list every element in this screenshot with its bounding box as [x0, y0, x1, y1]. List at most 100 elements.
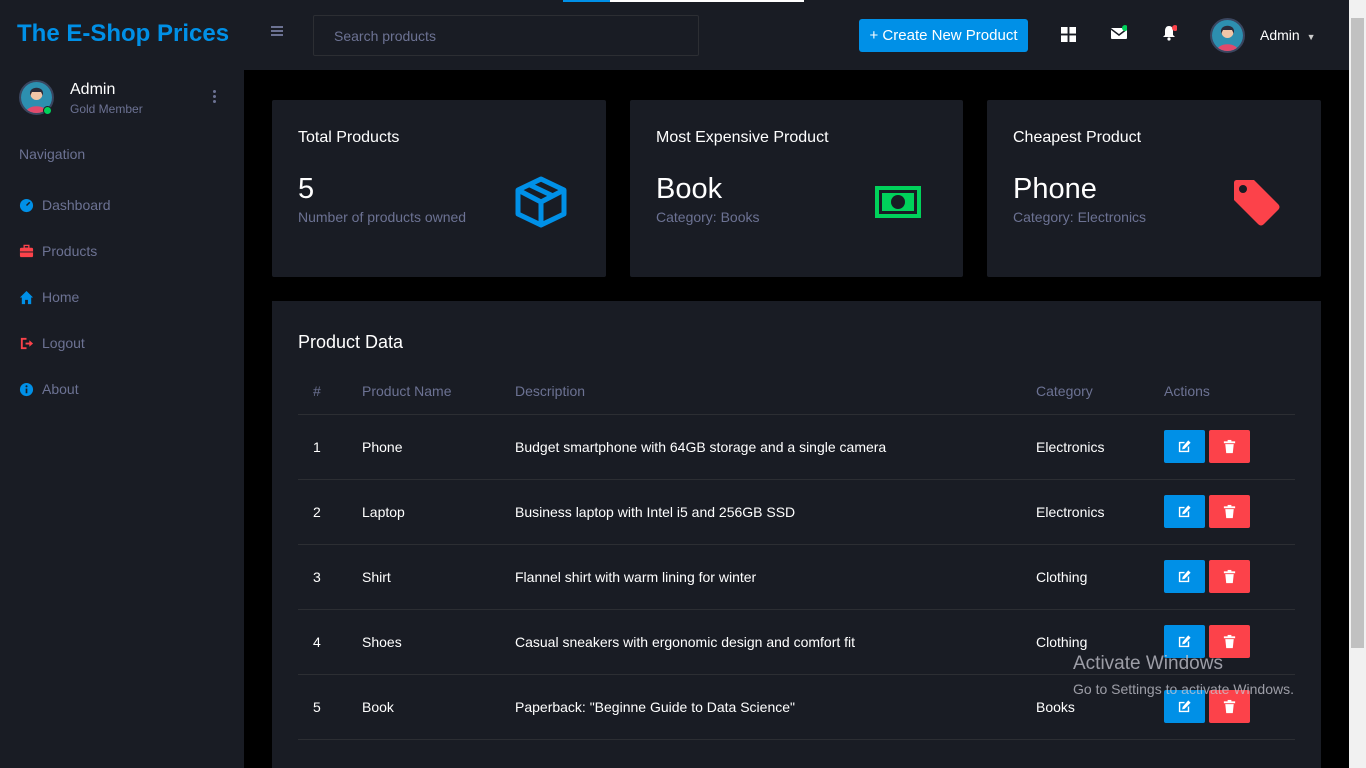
product-name: Shirt — [362, 569, 391, 585]
table-title: Product Data — [298, 332, 404, 352]
scrollbar-thumb[interactable] — [1351, 18, 1364, 648]
edit-button[interactable] — [1164, 495, 1205, 528]
sidebar-item-products[interactable]: Products — [19, 241, 97, 261]
top-navbar: The E-Shop Prices + Create New Product A… — [0, 0, 1366, 70]
product-name: Phone — [362, 439, 403, 455]
product-name: Book — [362, 699, 394, 715]
product-description: Paperback: "Beginne Guide to Data Scienc… — [515, 699, 795, 715]
edit-icon — [1178, 570, 1191, 583]
sidebar-item-dashboard[interactable]: Dashboard — [19, 195, 111, 215]
grid-icon[interactable] — [1061, 27, 1076, 42]
table-header: # Product Name Description Category Acti… — [298, 383, 1295, 415]
sidebar-item-label: About — [42, 381, 79, 397]
edit-button[interactable] — [1164, 560, 1205, 593]
product-category: Clothing — [1036, 634, 1088, 650]
card-value: Book — [656, 173, 723, 205]
user-menu[interactable]: Admin ▼ — [1260, 27, 1316, 43]
user-name: Admin — [1260, 27, 1300, 43]
watermark-subtitle: Go to Settings to activate Windows. — [1073, 681, 1294, 697]
trash-icon — [1223, 439, 1236, 454]
card-value: 5 — [298, 173, 315, 205]
card-subtitle: Category: Electronics — [1013, 209, 1147, 225]
sidebar: Admin Gold Member Navigation Dashboard P… — [0, 70, 244, 768]
product-table-card: Product Data # Product Name Description … — [272, 301, 1321, 768]
product-description: Business laptop with Intel i5 and 256GB … — [515, 504, 796, 520]
column-header: Category — [1036, 383, 1093, 399]
sidebar-user-role: Gold Member — [70, 102, 143, 116]
stat-card-total-products: Total Products 5 Number of products owne… — [272, 100, 606, 277]
edit-icon — [1178, 440, 1191, 453]
delete-button[interactable] — [1209, 495, 1250, 528]
card-title: Most Expensive Product — [656, 129, 829, 146]
trash-icon — [1223, 504, 1236, 519]
product-description: Casual sneakers with ergonomic design an… — [515, 634, 856, 650]
table-row: 3 Shirt Flannel shirt with warm lining f… — [298, 545, 1295, 610]
edit-icon — [1178, 700, 1191, 713]
delete-button[interactable] — [1209, 430, 1250, 463]
edit-icon — [1178, 635, 1191, 648]
cash-icon — [875, 186, 921, 218]
table-row: 1 Phone Budget smartphone with 64GB stor… — [298, 415, 1295, 480]
card-subtitle: Category: Books — [656, 209, 760, 225]
logout-icon — [20, 337, 34, 349]
column-header: Description — [515, 383, 586, 399]
loading-bar — [563, 0, 804, 2]
edit-button[interactable] — [1164, 430, 1205, 463]
row-number: 4 — [313, 634, 321, 650]
product-category: Clothing — [1036, 569, 1088, 585]
create-product-button[interactable]: + Create New Product — [859, 19, 1028, 52]
search-input[interactable] — [313, 15, 699, 56]
briefcase-icon — [19, 244, 34, 257]
sidebar-item-label: Dashboard — [42, 197, 111, 213]
trash-icon — [1223, 699, 1236, 714]
product-description: Budget smartphone with 64GB storage and … — [515, 439, 887, 455]
row-number: 5 — [313, 699, 321, 715]
stat-card-cheapest: Cheapest Product Phone Category: Electro… — [987, 100, 1321, 277]
cube-icon — [515, 176, 567, 228]
sidebar-item-label: Products — [42, 243, 98, 259]
tag-icon — [1234, 180, 1280, 226]
edit-icon — [1178, 505, 1191, 518]
avatar[interactable] — [1210, 18, 1245, 53]
chevron-down-icon: ▼ — [1306, 32, 1316, 42]
row-number: 1 — [313, 439, 321, 455]
online-status-dot — [43, 106, 52, 115]
trash-icon — [1223, 569, 1236, 584]
card-title: Cheapest Product — [1013, 129, 1142, 146]
row-number: 3 — [313, 569, 321, 585]
home-icon — [19, 290, 34, 304]
sidebar-item-label: Logout — [42, 335, 85, 351]
watermark-title: Activate Windows — [1073, 653, 1223, 674]
nav-category-label: Navigation — [19, 146, 86, 162]
column-header: Product Name — [362, 383, 452, 399]
product-description: Flannel shirt with warm lining for winte… — [515, 569, 757, 585]
card-value: Phone — [1013, 173, 1097, 205]
sidebar-item-label: Home — [42, 289, 80, 305]
product-category: Books — [1036, 699, 1075, 715]
speedometer-icon — [19, 198, 34, 212]
trash-icon — [1223, 634, 1236, 649]
table-row: 2 Laptop Business laptop with Intel i5 a… — [298, 480, 1295, 545]
windows-activation-watermark: Activate Windows Go to Settings to activ… — [1073, 653, 1294, 697]
mail-icon[interactable] — [1111, 25, 1127, 41]
column-header: Actions — [1164, 383, 1210, 399]
brand-logo[interactable]: The E-Shop Prices — [17, 20, 229, 48]
product-category: Electronics — [1036, 504, 1105, 520]
sidebar-item-home[interactable]: Home — [19, 287, 79, 307]
info-icon — [19, 382, 34, 396]
page-scrollbar[interactable] — [1349, 0, 1366, 768]
product-category: Electronics — [1036, 439, 1105, 455]
sidebar-item-logout[interactable]: Logout — [19, 333, 85, 353]
more-options-icon[interactable] — [213, 90, 217, 105]
product-name: Shoes — [362, 634, 402, 650]
card-subtitle: Number of products owned — [298, 209, 467, 225]
product-name: Laptop — [362, 504, 405, 520]
sidebar-item-about[interactable]: About — [19, 379, 79, 399]
delete-button[interactable] — [1209, 560, 1250, 593]
column-header: # — [313, 383, 321, 399]
bell-icon[interactable] — [1161, 25, 1177, 41]
sidebar-user-name: Admin — [70, 81, 116, 98]
menu-toggle-icon[interactable] — [271, 26, 283, 38]
row-number: 2 — [313, 504, 321, 520]
stat-card-most-expensive: Most Expensive Product Book Category: Bo… — [630, 100, 963, 277]
